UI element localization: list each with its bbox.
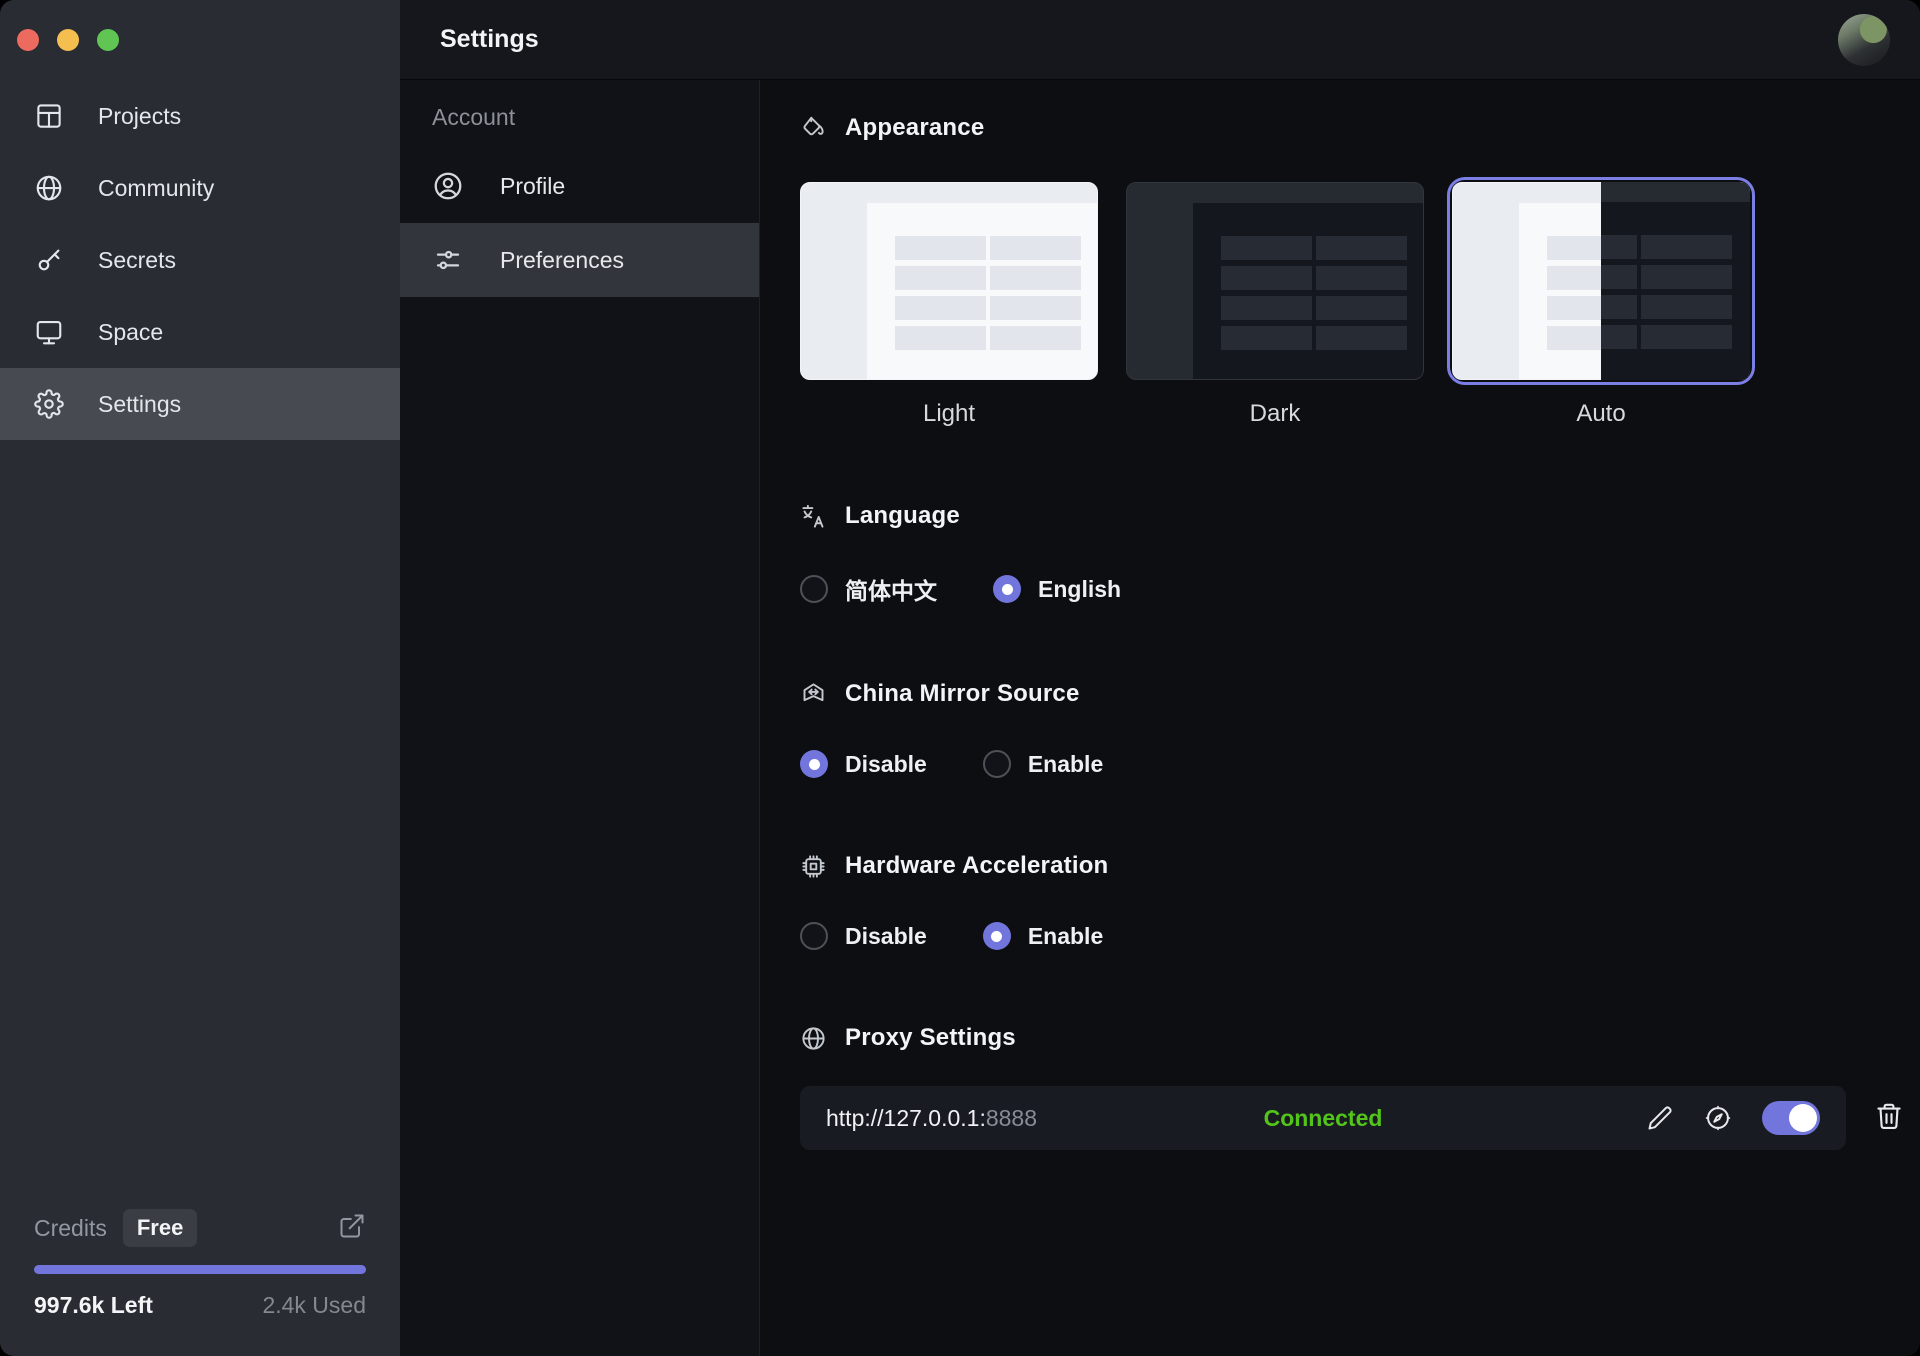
speed-test-compass-icon[interactable] xyxy=(1704,1104,1732,1132)
theme-label: Auto xyxy=(1576,400,1625,428)
settings-sidebar: Account Profile Preferences xyxy=(400,80,760,1356)
toggle-knob[interactable] xyxy=(1789,1104,1817,1132)
globe-icon xyxy=(800,1025,827,1052)
window-controls xyxy=(0,0,400,80)
sidebar-item-space[interactable]: Space xyxy=(0,296,400,368)
proxy-entry: http://127.0.0.1:8888 Connected xyxy=(800,1086,1846,1150)
language-radio-group: 简体中文 English xyxy=(800,572,1920,606)
mirror-option-enable[interactable]: Enable xyxy=(983,750,1103,778)
translate-icon xyxy=(800,503,827,530)
edit-pencil-icon[interactable] xyxy=(1646,1104,1674,1132)
zoom-window-button[interactable] xyxy=(97,29,119,51)
trash-icon xyxy=(1874,1101,1904,1131)
page-title: Settings xyxy=(440,25,539,54)
radio-unselected-icon[interactable] xyxy=(983,750,1011,778)
sidebar-nav: Projects Community Secrets Space xyxy=(0,80,400,440)
sidebar-item-settings[interactable]: Settings xyxy=(0,368,400,440)
sidebar-item-label: Secrets xyxy=(98,247,176,274)
hardware-option-enable[interactable]: Enable xyxy=(983,922,1103,950)
sliders-icon xyxy=(432,244,464,276)
sidebar-item-label: Community xyxy=(98,175,214,202)
primary-sidebar: Projects Community Secrets Space xyxy=(0,0,400,1356)
sidebar-item-secrets[interactable]: Secrets xyxy=(0,224,400,296)
paint-bucket-icon xyxy=(800,115,827,142)
proxy-row: http://127.0.0.1:8888 Connected xyxy=(800,1086,1920,1150)
monitor-icon xyxy=(34,317,64,347)
language-option-chinese[interactable]: 简体中文 xyxy=(800,572,937,606)
section-title-mirror: China Mirror Source xyxy=(845,680,1080,708)
section-title-language: Language xyxy=(845,502,960,530)
sidebar-item-label: Space xyxy=(98,319,163,346)
dark-theme-preview xyxy=(1126,182,1424,380)
section-title-hardware: Hardware Acceleration xyxy=(845,852,1108,880)
external-link-icon xyxy=(338,1212,366,1240)
projects-icon xyxy=(34,101,64,131)
light-theme-preview xyxy=(800,182,1098,380)
hardware-option-disable[interactable]: Disable xyxy=(800,922,927,950)
minimize-window-button[interactable] xyxy=(57,29,79,51)
user-avatar[interactable] xyxy=(1838,14,1890,66)
credits-external-link-button[interactable] xyxy=(338,1212,366,1245)
credits-progress-bar xyxy=(34,1265,366,1274)
mirror-source-icon xyxy=(800,681,827,708)
theme-label: Dark xyxy=(1250,400,1301,428)
theme-label: Light xyxy=(923,400,975,428)
radio-selected-icon[interactable] xyxy=(800,750,828,778)
theme-selector: Light Dark xyxy=(800,182,1920,428)
mirror-radio-group: Disable Enable xyxy=(800,750,1920,778)
sidebar-item-community[interactable]: Community xyxy=(0,152,400,224)
credits-panel: Credits Free 997.6k Left 2.4k Used xyxy=(0,1207,400,1356)
cpu-icon xyxy=(800,853,827,880)
theme-option-dark[interactable]: Dark xyxy=(1126,182,1424,428)
user-circle-icon xyxy=(432,170,464,202)
app-window: Projects Community Secrets Space xyxy=(0,0,1920,1356)
radio-unselected-icon[interactable] xyxy=(800,922,828,950)
preferences-pane: Appearance Light xyxy=(760,80,1920,1356)
sidebar-item-projects[interactable]: Projects xyxy=(0,80,400,152)
theme-option-auto[interactable]: Auto xyxy=(1452,182,1750,428)
key-icon xyxy=(34,245,64,275)
theme-option-light[interactable]: Light xyxy=(800,182,1098,428)
sidebar-item-label: Settings xyxy=(98,391,181,418)
close-window-button[interactable] xyxy=(17,29,39,51)
credits-used: 2.4k Used xyxy=(262,1292,366,1319)
sidebar-item-label: Projects xyxy=(98,103,181,130)
language-option-english[interactable]: English xyxy=(993,572,1121,606)
radio-unselected-icon[interactable] xyxy=(800,575,828,603)
proxy-port: 8888 xyxy=(986,1105,1037,1131)
credits-label: Credits xyxy=(34,1215,107,1242)
credits-remaining: 997.6k Left xyxy=(34,1292,153,1319)
globe-icon xyxy=(34,173,64,203)
delete-proxy-button[interactable] xyxy=(1874,1101,1904,1136)
title-bar: Settings xyxy=(400,0,1920,80)
section-title-appearance: Appearance xyxy=(845,114,984,142)
section-title-proxy: Proxy Settings xyxy=(845,1024,1016,1052)
radio-selected-icon[interactable] xyxy=(983,922,1011,950)
hardware-radio-group: Disable Enable xyxy=(800,922,1920,950)
tab-profile[interactable]: Profile xyxy=(400,149,759,223)
proxy-toggle[interactable] xyxy=(1762,1101,1820,1135)
proxy-url: http://127.0.0.1:8888 xyxy=(826,1105,1037,1132)
proxy-status-badge: Connected xyxy=(1264,1105,1383,1132)
settings-section-label: Account xyxy=(400,102,759,132)
mirror-option-disable[interactable]: Disable xyxy=(800,750,927,778)
tab-preferences[interactable]: Preferences xyxy=(400,223,759,297)
radio-selected-icon[interactable] xyxy=(993,575,1021,603)
tab-label: Profile xyxy=(500,173,565,200)
gear-icon xyxy=(34,389,64,419)
tab-label: Preferences xyxy=(500,247,624,274)
plan-badge: Free xyxy=(123,1209,197,1247)
